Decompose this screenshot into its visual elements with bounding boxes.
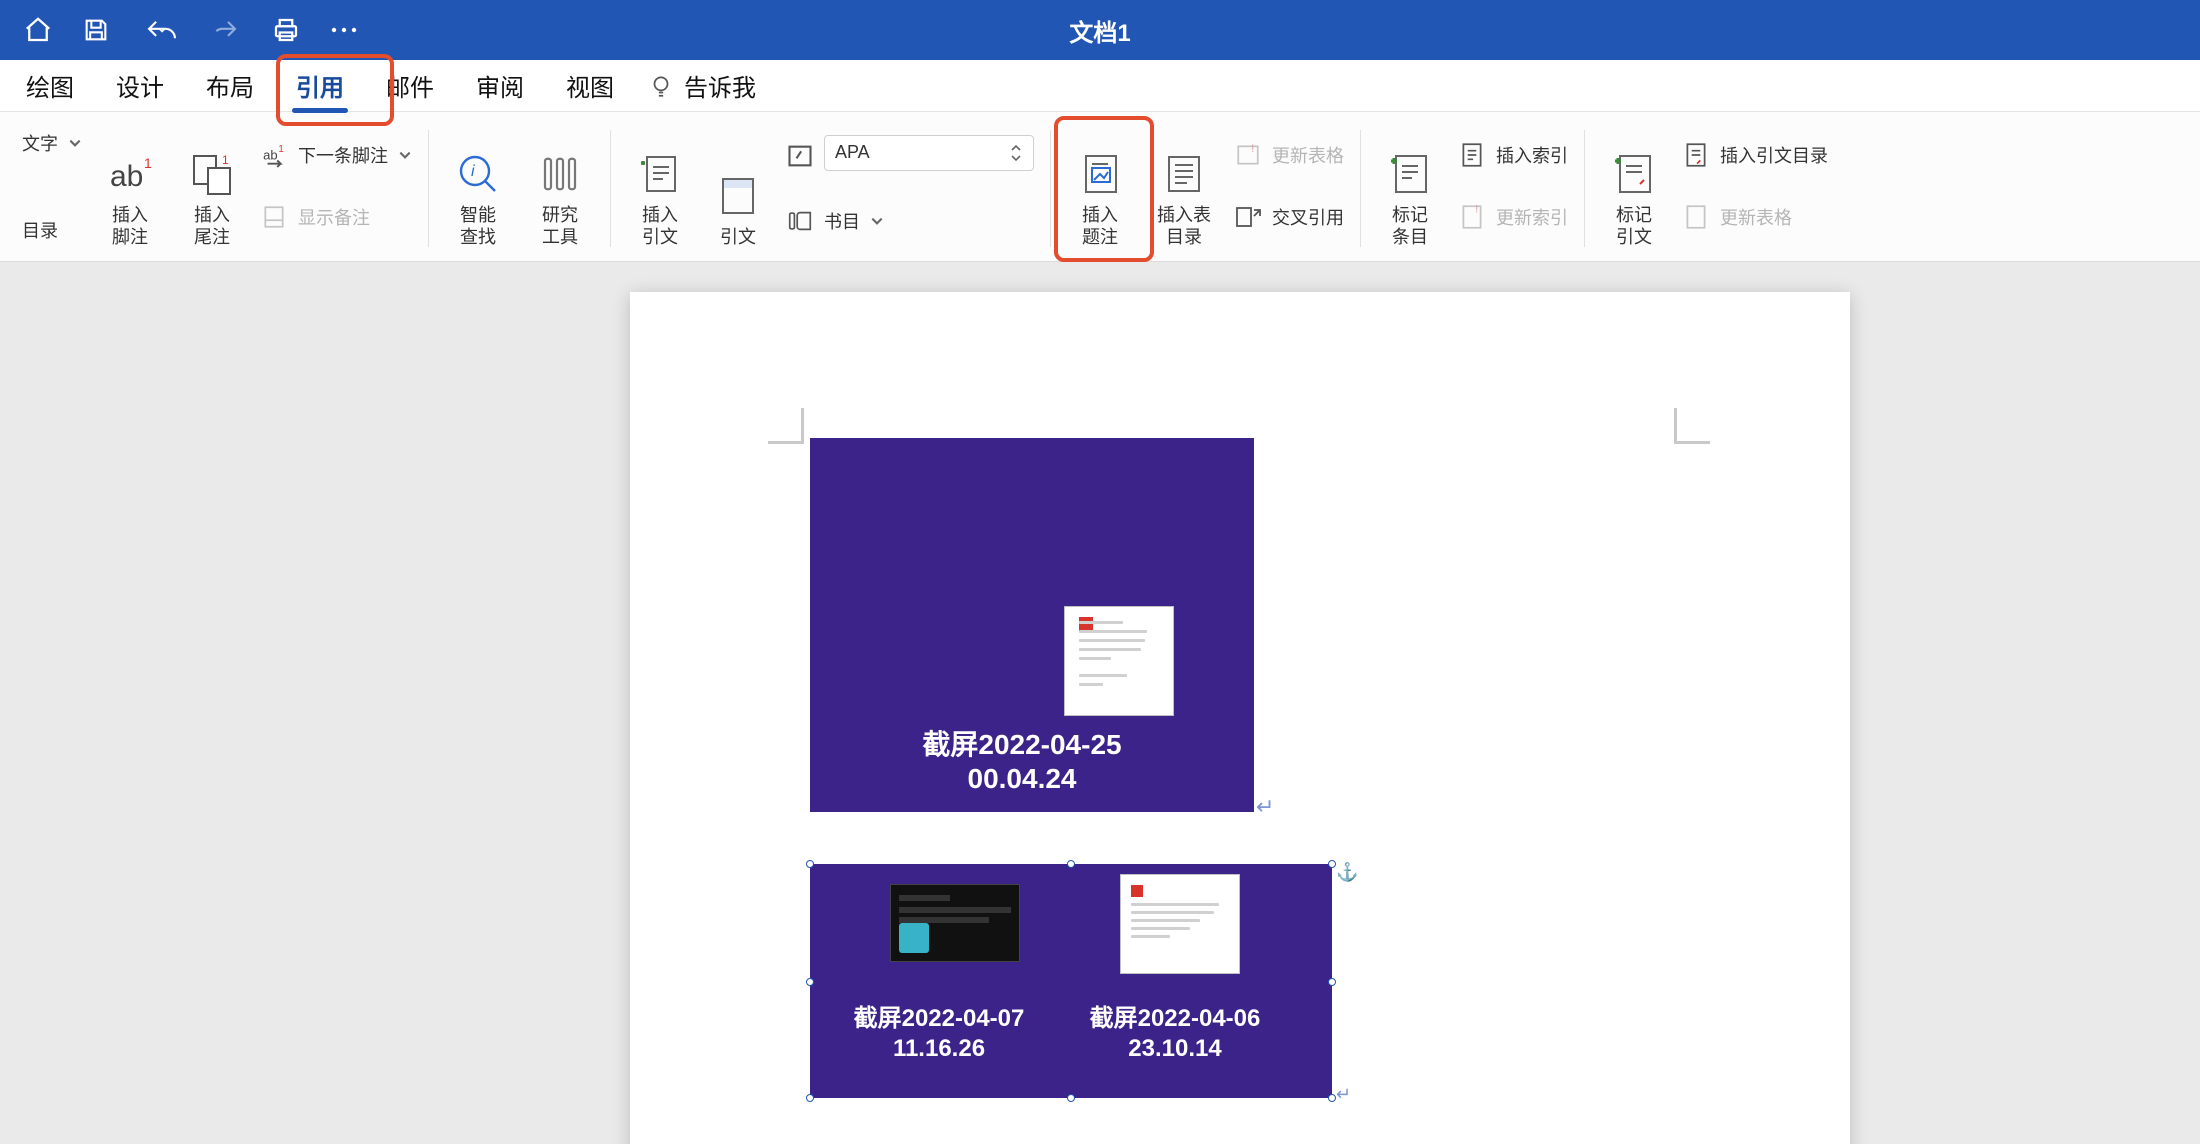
tab-references[interactable]: 引用 (278, 62, 362, 109)
selection-handle[interactable] (806, 860, 814, 868)
svg-text:1: 1 (222, 153, 229, 167)
ribbon-tabs: 绘图 设计 布局 引用 邮件 审阅 视图 告诉我 (0, 60, 2200, 112)
update-index-icon: ! (1458, 203, 1486, 231)
research-tool-icon (536, 150, 584, 198)
selection-handle[interactable] (1328, 1094, 1336, 1102)
insert-caption-icon (1076, 150, 1124, 198)
research-tool-button[interactable]: 研究 工具 (526, 124, 594, 248)
mark-index-entry-button[interactable]: 标记 条目 (1376, 124, 1444, 248)
margin-corner (768, 408, 804, 444)
paragraph-mark-icon: ↵ (1256, 794, 1274, 820)
insert-table-figures-button[interactable]: 插入表 目录 (1148, 124, 1220, 248)
mark-citation-icon (1610, 150, 1658, 198)
paragraph-mark-icon: ↵ (1336, 1084, 1351, 1105)
insert-citation-icon (636, 150, 684, 198)
selection-handle[interactable] (1067, 1094, 1075, 1102)
insert-toa-button[interactable]: 插入引文目录 (1682, 138, 1828, 172)
inserted-image-1[interactable]: 截屏2022-04-25 00.04.24 (810, 438, 1254, 812)
text-dropdown[interactable]: 文字 (22, 126, 82, 160)
home-icon[interactable] (22, 14, 54, 46)
show-notes-button: 显示备注 (260, 200, 412, 234)
bibliography-icon (786, 207, 814, 235)
tell-me-search[interactable]: 告诉我 (648, 68, 756, 103)
update-index-button: ! 更新索引 (1458, 200, 1568, 234)
update-toa-icon (1682, 203, 1710, 231)
smart-lookup-button[interactable]: i 智能 查找 (444, 124, 512, 248)
next-footnote-icon: ab1 (260, 141, 288, 169)
group-citations: 插入 引文 引文 APA 书目 (610, 124, 1050, 253)
tab-design[interactable]: 设计 (98, 62, 182, 109)
group-captions: 插入 题注 插入表 目录 ! 更新表格 交叉引用 (1050, 124, 1360, 253)
insert-index-button[interactable]: 插入索引 (1458, 138, 1568, 172)
mark-entry-icon (1386, 150, 1434, 198)
bibliography-button[interactable]: 书目 (786, 204, 1034, 238)
inserted-image-2[interactable]: 截屏2022-04-07 11.16.26 截屏2022-04-06 23.10… (810, 864, 1332, 1098)
group-research: i 智能 查找 研究 工具 (428, 124, 610, 253)
tab-drawing[interactable]: 绘图 (8, 62, 92, 109)
tab-view[interactable]: 视图 (548, 62, 632, 109)
svg-text:1: 1 (144, 155, 152, 171)
insert-citation-button[interactable]: 插入 引文 (626, 124, 694, 248)
citation-style-select[interactable]: APA (824, 135, 1034, 171)
print-icon[interactable] (270, 14, 302, 46)
image-1-caption: 截屏2022-04-25 00.04.24 (810, 728, 1234, 796)
quick-access-toolbar (22, 14, 360, 46)
more-icon[interactable] (328, 14, 360, 46)
document-title: 文档1 (1069, 13, 1130, 48)
svg-text:i: i (471, 163, 475, 180)
ribbon: 文字 目录 ab1 插入 脚注 1 插入 尾注 ab1 下一条脚注 (0, 112, 2200, 262)
toc-label: 目录 (22, 213, 82, 247)
insert-toa-icon (1682, 141, 1710, 169)
group-index: 标记 条目 插入索引 ! 更新索引 (1360, 124, 1584, 253)
insert-endnote-button[interactable]: 1 插入 尾注 (178, 124, 246, 248)
smart-lookup-icon: i (454, 150, 502, 198)
selection-handle[interactable] (1067, 860, 1075, 868)
save-icon[interactable] (80, 14, 112, 46)
citation-style-icon (786, 142, 814, 175)
show-notes-icon (260, 203, 288, 231)
svg-text:!: ! (1475, 204, 1478, 216)
cross-reference-button[interactable]: 交叉引用 (1234, 200, 1344, 234)
embedded-thumbnail (890, 884, 1020, 962)
selection-handle[interactable] (1328, 978, 1336, 986)
endnote-icon: 1 (188, 150, 236, 198)
selection-handle[interactable] (806, 978, 814, 986)
anchor-icon: ⚓ (1336, 862, 1358, 883)
group-toa: 标记 引文 插入引文目录 更新表格 (1584, 124, 1844, 253)
document-canvas[interactable]: 截屏2022-04-25 00.04.24 ↵ 截屏2022-04-07 11.… (0, 262, 2200, 1144)
tab-review[interactable]: 审阅 (458, 62, 542, 109)
image-2-caption-b: 截屏2022-04-06 23.10.14 (1062, 1004, 1288, 1064)
selection-handle[interactable] (806, 1094, 814, 1102)
tab-layout[interactable]: 布局 (188, 62, 272, 109)
group-toc-footnotes: 文字 目录 ab1 插入 脚注 1 插入 尾注 ab1 下一条脚注 (6, 124, 428, 253)
embedded-thumbnail (1120, 874, 1240, 974)
update-toa-button: 更新表格 (1682, 200, 1828, 234)
redo-icon[interactable] (212, 14, 244, 46)
insert-index-icon (1458, 141, 1486, 169)
next-footnote-button[interactable]: ab1 下一条脚注 (260, 138, 412, 172)
svg-text:!: ! (1251, 143, 1254, 155)
citation-icon (714, 172, 762, 220)
undo-icon[interactable] (138, 14, 186, 46)
margin-corner (1674, 408, 1710, 444)
mark-citation-button[interactable]: 标记 引文 (1600, 124, 1668, 248)
svg-text:ab: ab (263, 147, 277, 162)
embedded-thumbnail (1064, 606, 1174, 716)
image-2-caption-a: 截屏2022-04-07 11.16.26 (826, 1004, 1052, 1064)
update-table-icon: ! (1234, 141, 1262, 169)
insert-caption-button[interactable]: 插入 题注 (1066, 124, 1134, 248)
citation-pane-button[interactable]: 引文 (708, 124, 768, 248)
tell-me-label: 告诉我 (684, 68, 756, 103)
tab-mailings[interactable]: 邮件 (368, 62, 452, 109)
update-table-button: ! 更新表格 (1234, 138, 1344, 172)
title-bar: 文档1 (0, 0, 2200, 60)
table-of-figures-icon (1160, 150, 1208, 198)
footnote-icon: ab1 (106, 150, 154, 198)
svg-text:ab: ab (110, 160, 143, 193)
selection-handle[interactable] (1328, 860, 1336, 868)
insert-footnote-button[interactable]: ab1 插入 脚注 (96, 124, 164, 248)
svg-text:1: 1 (278, 144, 283, 155)
cross-reference-icon (1234, 203, 1262, 231)
document-page[interactable]: 截屏2022-04-25 00.04.24 ↵ 截屏2022-04-07 11.… (630, 292, 1850, 1144)
